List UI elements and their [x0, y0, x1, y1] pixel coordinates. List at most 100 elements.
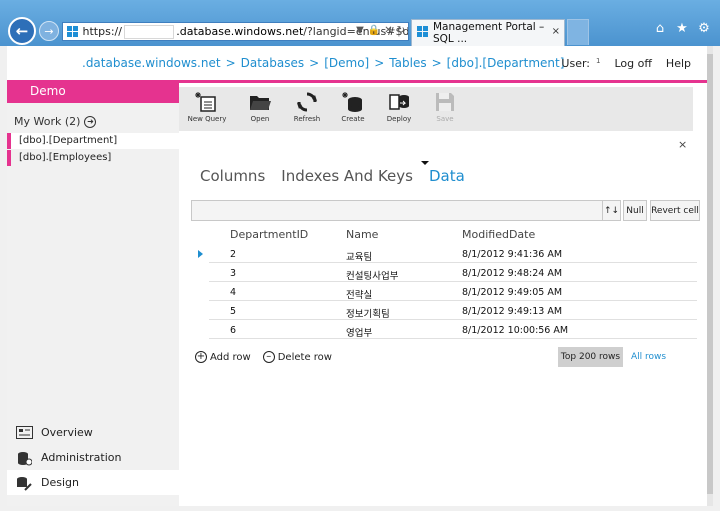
create-table-icon — [342, 92, 362, 112]
cell-modifieddate[interactable]: 8/1/2012 10:00:56 AM — [462, 325, 568, 336]
all-rows-link[interactable]: All rows — [631, 352, 666, 362]
logoff-link[interactable]: Log off — [614, 57, 651, 70]
revert-cell-button[interactable]: Revert cell — [650, 200, 700, 221]
save-button[interactable]: Save — [422, 89, 468, 129]
create-button[interactable]: Create — [330, 89, 376, 129]
cell-modifieddate[interactable]: 8/1/2012 9:41:36 AM — [462, 249, 562, 260]
redacted-server-name — [123, 24, 175, 39]
cell-modifieddate[interactable]: 8/1/2012 9:49:13 AM — [462, 306, 562, 317]
database-name-bar[interactable]: Demo — [7, 80, 179, 103]
refresh-arrows-icon — [297, 92, 317, 112]
home-icon[interactable]: ⌂ — [653, 21, 667, 36]
breadcrumb-server[interactable]: .database.windows.net — [82, 56, 221, 70]
cell-departmentid[interactable]: 2 — [230, 249, 236, 260]
forward-button[interactable]: → — [39, 21, 59, 41]
new-query-label: New Query — [187, 115, 227, 123]
deploy-icon — [389, 94, 409, 110]
column-header-departmentid[interactable]: DepartmentID — [230, 228, 308, 241]
nav-overview-label: Overview — [41, 426, 93, 439]
cell-name[interactable]: 정보기획팀 — [346, 306, 390, 320]
arrow-right-icon[interactable]: ➜ — [84, 115, 97, 128]
address-tools: ▼ 🔒 ✕ ↻ — [356, 25, 405, 36]
breadcrumb-separator: > — [309, 56, 320, 70]
work-item-employees[interactable]: [dbo].[Employees] — [7, 150, 179, 166]
favorites-star-icon[interactable]: ★ — [675, 21, 689, 36]
deploy-label: Deploy — [386, 115, 412, 123]
table-row[interactable]: 5 정보기획팀 8/1/2012 9:49:13 AM — [209, 302, 697, 320]
settings-gear-icon[interactable]: ⚙ — [697, 21, 711, 36]
scrollbar-thumb[interactable] — [707, 54, 713, 494]
grid-header: DepartmentID Name ModifiedDate — [197, 228, 697, 246]
top-200-rows-button[interactable]: Top 200 rows — [558, 347, 623, 367]
column-header-modifieddate[interactable]: ModifiedDate — [462, 228, 535, 241]
cell-modifieddate[interactable]: 8/1/2012 9:49:05 AM — [462, 287, 562, 298]
breadcrumb-demo[interactable]: [Demo] — [324, 56, 369, 70]
cell-name[interactable]: 교육팀 — [346, 249, 372, 263]
left-panel: Demo My Work (2) ➜ [dbo].[Department] [d… — [7, 80, 179, 506]
tab-indexes-and-keys[interactable]: Indexes And Keys — [281, 167, 413, 185]
folder-open-icon — [250, 96, 271, 110]
tab-data[interactable]: Data — [429, 167, 465, 185]
cell-name[interactable]: 영업부 — [346, 325, 372, 339]
tab-close-icon[interactable]: × — [552, 26, 560, 37]
delete-row-button[interactable]: – Delete row — [262, 351, 332, 363]
create-label: Create — [341, 115, 365, 123]
table-row[interactable]: 6 영업부 8/1/2012 10:00:56 AM — [209, 321, 697, 339]
table-row[interactable]: 3 컨설팅사업부 8/1/2012 9:48:24 AM — [209, 264, 697, 282]
active-tab-marker — [421, 161, 429, 165]
cell-value-input[interactable] — [191, 200, 608, 221]
cell-departmentid[interactable]: 6 — [230, 325, 236, 336]
add-row-label: Add row — [210, 351, 251, 363]
sort-button[interactable]: ↑↓ — [602, 200, 621, 221]
site-favicon-icon — [66, 26, 80, 38]
null-button[interactable]: Null — [623, 200, 647, 221]
cell-modifieddate[interactable]: 8/1/2012 9:48:24 AM — [462, 268, 562, 279]
new-query-icon — [195, 92, 216, 112]
close-icon[interactable]: ✕ — [384, 25, 392, 36]
cell-name[interactable]: 컨설팅사업부 — [346, 268, 398, 282]
tab-columns[interactable]: Columns — [200, 167, 265, 185]
breadcrumb-databases[interactable]: Databases — [241, 56, 305, 70]
overview-icon — [15, 425, 33, 441]
deploy-button[interactable]: Deploy — [376, 89, 422, 129]
browser-chrome: ← → https:// .database.windows.net/?lang… — [0, 0, 720, 46]
refresh-button[interactable]: Refresh — [284, 89, 330, 129]
user-area: User: 1 Log off Help — [561, 57, 691, 70]
nav-administration[interactable]: Administration — [7, 445, 179, 470]
save-label: Save — [436, 115, 454, 123]
help-link[interactable]: Help — [666, 57, 691, 70]
work-item-department[interactable]: [dbo].[Department] — [7, 133, 179, 149]
address-bar[interactable]: https:// .database.windows.net/?langid=e… — [62, 22, 409, 41]
nav-overview[interactable]: Overview — [7, 420, 179, 445]
table-row[interactable]: 2 교육팀 8/1/2012 9:41:36 AM — [209, 245, 697, 263]
breadcrumb-tables[interactable]: Tables — [389, 56, 426, 70]
new-query-button[interactable]: New Query — [184, 89, 230, 129]
cell-departmentid[interactable]: 3 — [230, 268, 236, 279]
administration-icon — [15, 450, 33, 466]
back-button[interactable]: ← — [8, 17, 36, 45]
breadcrumb-department[interactable]: [dbo].[Department] — [447, 56, 565, 70]
design-toolbar: New Query Open Refresh Create Deploy Sav… — [179, 87, 693, 131]
column-header-name[interactable]: Name — [346, 228, 378, 241]
table-row[interactable]: 4 전략실 8/1/2012 9:49:05 AM — [209, 283, 697, 301]
user-label: User: — [561, 57, 590, 70]
cell-name[interactable]: 전략실 — [346, 287, 372, 301]
lock-icon[interactable]: 🔒 — [368, 25, 380, 36]
search-dropdown-icon[interactable]: ▼ — [356, 25, 364, 36]
close-designer-icon[interactable]: × — [678, 138, 687, 151]
my-work-header[interactable]: My Work (2) ➜ — [14, 115, 97, 128]
nav-design[interactable]: Design — [7, 470, 179, 495]
cell-departmentid[interactable]: 4 — [230, 287, 236, 298]
add-row-button[interactable]: + Add row — [195, 351, 251, 363]
open-button[interactable]: Open — [237, 89, 283, 129]
portal-topbar: .database.windows.net > Databases > [Demo] > T… — [7, 46, 707, 80]
design-icon — [15, 475, 33, 491]
open-label: Open — [250, 115, 270, 123]
minus-circle-icon: – — [262, 351, 275, 363]
refresh-icon[interactable]: ↻ — [397, 25, 405, 36]
new-tab-button[interactable] — [567, 19, 589, 45]
cell-departmentid[interactable]: 5 — [230, 306, 236, 317]
breadcrumb-separator: > — [431, 56, 442, 70]
nav-design-label: Design — [41, 476, 79, 489]
browser-tab-active[interactable]: Management Portal – SQL ... × — [411, 19, 565, 46]
